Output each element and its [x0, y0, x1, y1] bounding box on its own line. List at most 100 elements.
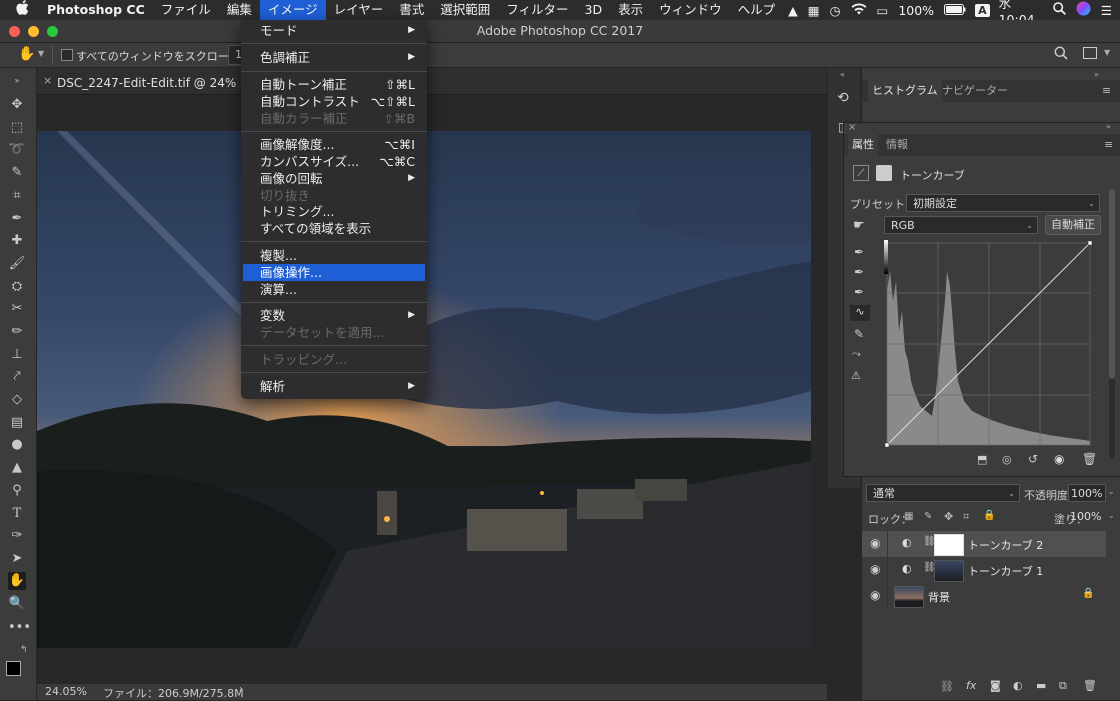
- delete-layer-icon[interactable]: 🗑: [1083, 679, 1097, 692]
- opacity-dropdown-icon[interactable]: ⌄: [1108, 487, 1115, 496]
- lock-all-icon[interactable]: 🔒: [983, 510, 995, 521]
- collapse-strip-icon[interactable]: «: [840, 70, 845, 79]
- menu-item-trim[interactable]: トリミング...: [243, 203, 425, 220]
- panel-menu-icon[interactable]: ≡: [1102, 84, 1111, 97]
- tab-properties[interactable]: 属性: [848, 134, 878, 156]
- close-document-icon[interactable]: ×: [43, 74, 52, 87]
- white-point-eyedropper-icon[interactable]: ✒: [854, 285, 864, 299]
- menu-3d[interactable]: 3D: [577, 0, 611, 20]
- collapse-dock-icon[interactable]: »: [1094, 70, 1099, 79]
- menu-layer[interactable]: レイヤー: [326, 0, 392, 20]
- more-tools-icon[interactable]: •••: [8, 619, 31, 637]
- curve-edit-tool-icon[interactable]: ∿: [850, 305, 870, 321]
- menu-help[interactable]: ヘルプ: [730, 0, 784, 20]
- gray-point-eyedropper-icon[interactable]: ✒: [854, 265, 864, 279]
- eyedropper-tool-icon[interactable]: ✒: [8, 210, 26, 228]
- lock-position-icon[interactable]: ✥: [944, 510, 953, 523]
- clipping-warning-icon[interactable]: ⚠: [851, 369, 861, 382]
- menu-item-variables[interactable]: 変数 ▶: [243, 307, 425, 324]
- foreground-color-swatch[interactable]: [6, 661, 21, 676]
- fill-input[interactable]: 100%: [1068, 508, 1106, 526]
- link-layers-icon[interactable]: ⛓: [940, 680, 954, 693]
- airplay-icon[interactable]: ▭: [872, 3, 894, 18]
- stamp-tool-icon[interactable]: ⊥: [8, 346, 26, 364]
- reset-adjustment-icon[interactable]: ↺: [1028, 452, 1038, 466]
- workspace-dropdown-icon[interactable]: ▼: [1104, 48, 1110, 57]
- lock-artboard-icon[interactable]: ⌗: [963, 510, 969, 524]
- wifi-icon[interactable]: [846, 2, 872, 18]
- search-icon[interactable]: [1054, 46, 1068, 63]
- mask-icon[interactable]: [876, 165, 892, 181]
- history-brush-tool-icon[interactable]: ✂: [8, 300, 26, 318]
- add-mask-icon[interactable]: ◙: [990, 679, 1001, 692]
- visibility-eye-icon[interactable]: ◉: [1054, 452, 1064, 466]
- menu-view[interactable]: 表示: [610, 0, 651, 20]
- panel-menu-icon[interactable]: ≡: [1104, 138, 1113, 151]
- zoom-level[interactable]: 24.05%: [45, 685, 87, 698]
- menu-window[interactable]: ウィンドウ: [651, 0, 730, 20]
- channel-select[interactable]: RGB ⌄: [884, 216, 1038, 234]
- preset-dropdown-icon[interactable]: ▼: [38, 49, 44, 58]
- hand-tool-preset-icon[interactable]: ✋: [18, 46, 35, 62]
- layer-row-curves-1[interactable]: ◉ ◐ ⛓ トーンカーブ 1: [862, 557, 1106, 583]
- menu-type[interactable]: 書式: [391, 0, 432, 20]
- workspace-icon[interactable]: [1083, 47, 1097, 59]
- apple-icon[interactable]: [0, 0, 39, 20]
- clip-to-layer-icon[interactable]: ⬒: [977, 453, 987, 466]
- history-panel-icon[interactable]: ⟲: [837, 90, 849, 106]
- menu-item-auto-contrast[interactable]: 自動コントラスト ⌥⇧⌘L: [243, 93, 425, 110]
- collapse-panel-icon[interactable]: »: [1106, 122, 1111, 131]
- fill-dropdown-icon[interactable]: ⌄: [1108, 511, 1115, 520]
- menu-item-auto-tone[interactable]: 自動トーン補正 ⇧⌘L: [243, 76, 425, 93]
- burn-tool-icon[interactable]: ⚲: [8, 482, 26, 500]
- menu-item-mode[interactable]: モード ▶: [243, 22, 425, 39]
- tab-histogram[interactable]: ヒストグラム: [868, 80, 942, 102]
- scroll-all-checkbox[interactable]: [61, 49, 73, 61]
- layer-row-background[interactable]: ◉ 背景 🔒: [862, 583, 1106, 609]
- menu-item-canvas-size[interactable]: カンバスサイズ... ⌥⌘C: [243, 153, 425, 170]
- lock-transparent-pixels-icon[interactable]: ▦: [904, 511, 913, 522]
- path-selection-tool-icon[interactable]: ➤: [8, 550, 26, 568]
- preset-select[interactable]: 初期設定 ⌄: [906, 194, 1100, 212]
- menu-item-image-rotation[interactable]: 画像の回転 ▶: [243, 170, 425, 187]
- gradient-brush-tool-icon[interactable]: ⤤: [8, 368, 26, 386]
- menu-image[interactable]: イメージ: [259, 0, 326, 20]
- new-group-icon[interactable]: ▬: [1036, 679, 1046, 692]
- collapse-panel-icon[interactable]: »: [8, 72, 26, 90]
- marquee-tool-icon[interactable]: ⬚: [8, 119, 26, 137]
- tab-info[interactable]: 情報: [886, 134, 908, 156]
- brush-tool-icon[interactable]: 🖌: [8, 255, 26, 273]
- smooth-curve-icon[interactable]: ⤳: [852, 347, 861, 361]
- lasso-tool-icon[interactable]: ➰: [8, 141, 26, 159]
- menu-item-apply-image[interactable]: 画像操作...: [243, 264, 425, 281]
- pen-tool-icon[interactable]: ✑: [8, 527, 26, 545]
- layer-name[interactable]: トーンカーブ 2: [968, 537, 1043, 553]
- move-tool-icon[interactable]: ✥: [8, 96, 26, 114]
- layer-style-icon[interactable]: fx: [966, 679, 976, 692]
- delete-adjustment-icon[interactable]: 🗑: [1082, 452, 1097, 466]
- lock-image-pixels-icon[interactable]: ✎: [924, 511, 932, 522]
- clone-stamp-tool-icon[interactable]: ⛭: [8, 278, 26, 296]
- gradient-tool-icon[interactable]: ▤: [8, 414, 26, 432]
- layer-mask-thumbnail[interactable]: [934, 560, 964, 582]
- spotlight-search-icon[interactable]: [1048, 2, 1071, 18]
- properties-scroll-thumb[interactable]: [1109, 189, 1115, 379]
- status-menu-arrow-icon[interactable]: ›: [239, 684, 243, 695]
- menu-file[interactable]: ファイル: [153, 0, 219, 20]
- eraser-alt-tool-icon[interactable]: ◇: [8, 391, 26, 409]
- menu-item-duplicate[interactable]: 複製...: [243, 247, 425, 264]
- menu-item-reveal-all[interactable]: すべての領域を表示: [243, 220, 425, 237]
- auto-button[interactable]: 自動補正: [1045, 215, 1101, 235]
- time-machine-icon[interactable]: ◷: [825, 3, 846, 18]
- opacity-input[interactable]: 100%: [1068, 484, 1106, 502]
- close-panel-icon[interactable]: ×: [848, 122, 856, 133]
- menu-filter[interactable]: フィルター: [498, 0, 576, 20]
- swap-colors-icon[interactable]: ↰: [20, 645, 28, 655]
- new-adjustment-layer-icon[interactable]: ◐: [1013, 679, 1023, 692]
- layer-name[interactable]: 背景: [928, 589, 950, 605]
- menu-select[interactable]: 選択範囲: [432, 0, 498, 20]
- siri-icon[interactable]: [1071, 1, 1096, 19]
- menu-item-calculations[interactable]: 演算...: [243, 281, 425, 298]
- quick-selection-tool-icon[interactable]: ✎: [8, 164, 26, 182]
- layer-thumbnail[interactable]: [894, 586, 924, 608]
